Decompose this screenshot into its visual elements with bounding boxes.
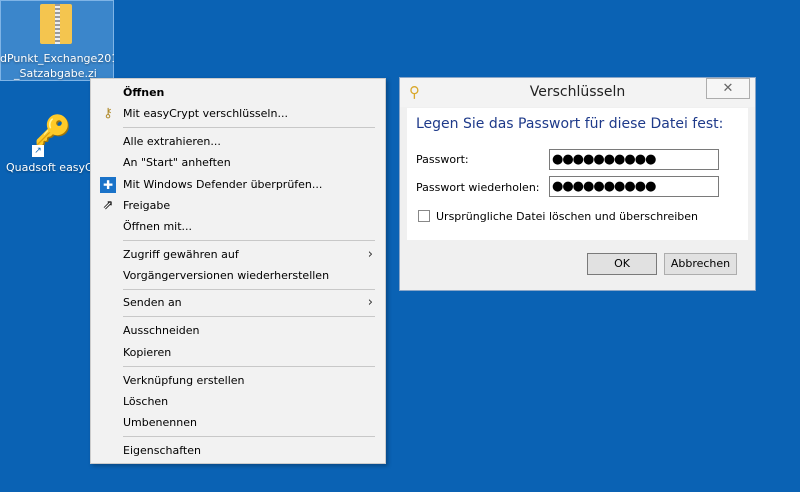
separator [123, 436, 375, 437]
menu-item-open-with[interactable]: Öffnen mit... [91, 216, 385, 237]
close-button[interactable]: ✕ [706, 78, 750, 99]
menu-item-pin-start[interactable]: An "Start" anheften [91, 152, 385, 173]
repeat-password-label: Passwort wiederholen: [416, 181, 540, 194]
separator [123, 316, 375, 317]
menu-item-cut[interactable]: Ausschneiden [91, 320, 385, 341]
menu-item-give-access[interactable]: Zugriff gewähren auf › [91, 244, 385, 265]
cancel-button[interactable]: Abbrechen [664, 253, 737, 275]
menu-item-extract-all[interactable]: Alle extrahieren... [91, 131, 385, 152]
defender-shield-icon: ✚ [100, 177, 116, 193]
desktop-icon-easycrypt[interactable]: 🔑 ↗ Quadsoft easyCr [0, 112, 97, 182]
key-icon: ⚲ [409, 83, 420, 101]
easycrypt-label: Quadsoft easyCr [6, 161, 98, 174]
repeat-password-input[interactable]: ●●●●●●●●●● [549, 176, 719, 197]
chevron-right-icon: › [367, 247, 373, 262]
share-icon: ⇗ [102, 198, 114, 213]
dialog-title: Verschlüsseln [529, 84, 626, 100]
menu-item-delete[interactable]: Löschen [91, 391, 385, 412]
menu-item-rename[interactable]: Umbenennen [91, 412, 385, 433]
separator [123, 289, 375, 290]
menu-item-properties[interactable]: Eigenschaften [91, 440, 385, 461]
ok-button[interactable]: OK [587, 253, 657, 275]
menu-item-copy[interactable]: Kopieren [91, 342, 385, 363]
menu-item-send-to[interactable]: Senden an › [91, 292, 385, 313]
separator [123, 366, 375, 367]
menu-item-create-shortcut[interactable]: Verknüpfung erstellen [91, 370, 385, 391]
delete-original-label: Ursprüngliche Datei löschen und überschr… [436, 210, 698, 223]
encrypt-dialog: ⚲ Verschlüsseln ✕ Legen Sie das Passwort… [399, 77, 756, 291]
menu-item-easycrypt-encrypt[interactable]: ⚷ Mit easyCrypt verschlüsseln... [91, 103, 385, 124]
shortcut-arrow-icon: ↗ [32, 145, 44, 157]
context-menu: Öffnen ⚷ Mit easyCrypt verschlüsseln... A… [90, 78, 386, 464]
menu-item-restore-versions[interactable]: Vorgängerversionen wiederherstellen [91, 265, 385, 286]
menu-item-defender-scan[interactable]: ✚ Mit Windows Defender überprüfen... [91, 174, 385, 195]
password-label: Passwort: [416, 153, 469, 166]
chevron-right-icon: › [367, 295, 373, 310]
keys-shortcut-icon: 🔑 [34, 114, 72, 149]
separator [123, 240, 375, 241]
dialog-title-bar[interactable]: ⚲ Verschlüsseln ✕ [400, 78, 755, 107]
separator [123, 127, 375, 128]
menu-item-share[interactable]: ⇗ Freigabe [91, 195, 385, 216]
password-input[interactable]: ●●●●●●●●●● [549, 149, 719, 170]
dialog-heading: Legen Sie das Passwort für diese Datei f… [416, 116, 724, 132]
desktop-icon-zip[interactable]: dPunkt_Exchange2019 _Satzabgabe.zi [0, 0, 114, 81]
keys-icon: ⚷ [103, 106, 113, 121]
dialog-content: Legen Sie das Passwort für diese Datei f… [407, 108, 748, 240]
zip-label: dPunkt_Exchange2019 _Satzabgabe.zi [0, 52, 114, 80]
delete-original-checkbox[interactable] [418, 210, 430, 222]
menu-item-open[interactable]: Öffnen [91, 82, 385, 103]
zipper-decoration [55, 4, 60, 44]
